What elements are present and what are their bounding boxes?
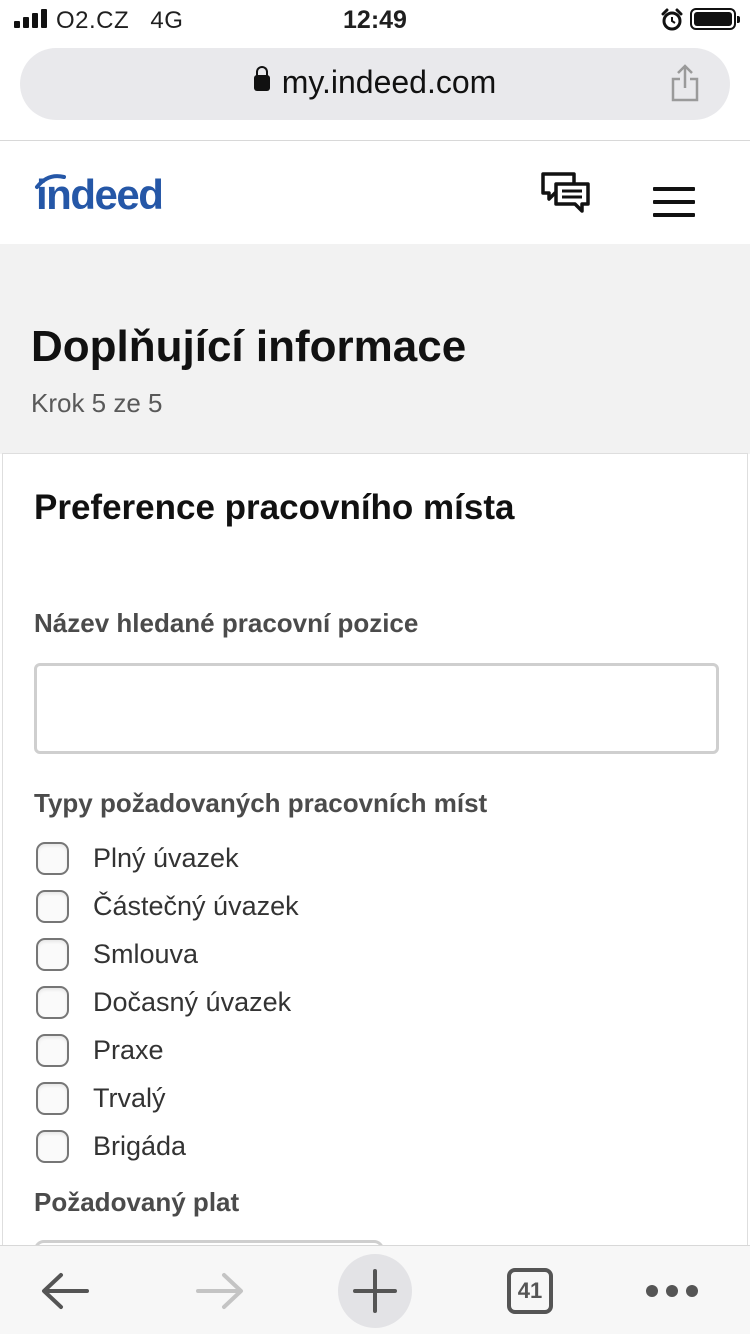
checkbox-row-side-job[interactable]: Brigáda [36, 1122, 299, 1170]
tabs-button[interactable]: 41 [500, 1246, 560, 1334]
checkbox-row-permanent[interactable]: Trvalý [36, 1074, 299, 1122]
checkbox-label: Dočasný úvazek [93, 986, 292, 1017]
indeed-logo[interactable]: indeed [36, 171, 164, 219]
new-tab-button[interactable] [338, 1246, 412, 1334]
checkbox[interactable] [36, 889, 69, 923]
back-button[interactable] [25, 1246, 105, 1334]
checkbox-row-temporary[interactable]: Dočasný úvazek [36, 978, 299, 1026]
status-time: 12:49 [343, 6, 407, 34]
more-button[interactable] [640, 1246, 704, 1334]
messages-icon[interactable] [540, 171, 592, 217]
url-display[interactable]: my.indeed.com [20, 64, 730, 101]
share-icon[interactable] [670, 64, 700, 102]
checkbox[interactable] [36, 985, 69, 1019]
alarm-icon [661, 8, 683, 31]
job-title-label: Název hledané pracovní pozice [34, 608, 419, 638]
job-types-checklist: Plný úvazek Částečný úvazek Smlouva Doča… [36, 834, 299, 1170]
job-types-label: Typy požadovaných pracovních míst [34, 788, 488, 818]
checkbox-label: Trvalý [93, 1082, 166, 1113]
browser-toolbar: 41 [0, 1245, 750, 1334]
checkbox-label: Smlouva [93, 938, 199, 969]
plus-icon [353, 1268, 397, 1313]
checkbox[interactable] [36, 1033, 69, 1067]
battery-icon [690, 8, 740, 30]
forward-button[interactable] [180, 1246, 260, 1334]
menu-icon[interactable] [653, 187, 695, 226]
url-text: my.indeed.com [281, 64, 497, 100]
checkbox-row-part-time[interactable]: Částečný úvazek [36, 882, 299, 930]
checkbox-label: Částečný úvazek [93, 890, 299, 921]
checkbox[interactable] [36, 937, 69, 971]
site-header: indeed [0, 141, 750, 244]
page: O2.CZ 4G 12:49 my.indeed.com indeed Dopl… [0, 0, 750, 1334]
checkbox[interactable] [36, 1129, 69, 1163]
tabs-icon: 41 [507, 1267, 553, 1314]
form-card: Preference pracovního místa Název hledan… [2, 453, 748, 1334]
step-indicator: Krok 5 ze 5 [31, 388, 163, 418]
forward-arrow-icon [196, 1272, 243, 1309]
checkbox-row-internship[interactable]: Praxe [36, 1026, 299, 1074]
section-title: Preference pracovního místa [34, 488, 515, 527]
page-title: Doplňující informace [31, 322, 467, 371]
tab-count: 41 [517, 1277, 543, 1303]
status-bar: O2.CZ 4G 12:49 [0, 0, 750, 40]
page-heading-area: Doplňující informace Krok 5 ze 5 [0, 244, 750, 454]
salary-label: Požadovaný plat [34, 1187, 240, 1217]
address-bar[interactable]: my.indeed.com [20, 48, 730, 120]
checkbox-label: Praxe [93, 1034, 164, 1065]
checkbox-row-contract[interactable]: Smlouva [36, 930, 299, 978]
job-title-input[interactable] [34, 663, 719, 754]
checkbox-label: Plný úvazek [93, 842, 239, 873]
checkbox-row-full-time[interactable]: Plný úvazek [36, 834, 299, 882]
lock-icon [253, 66, 270, 91]
checkbox[interactable] [36, 841, 69, 875]
more-icon [646, 1284, 658, 1297]
checkbox[interactable] [36, 1081, 69, 1115]
back-arrow-icon [42, 1272, 89, 1309]
checkbox-label: Brigáda [93, 1130, 187, 1161]
